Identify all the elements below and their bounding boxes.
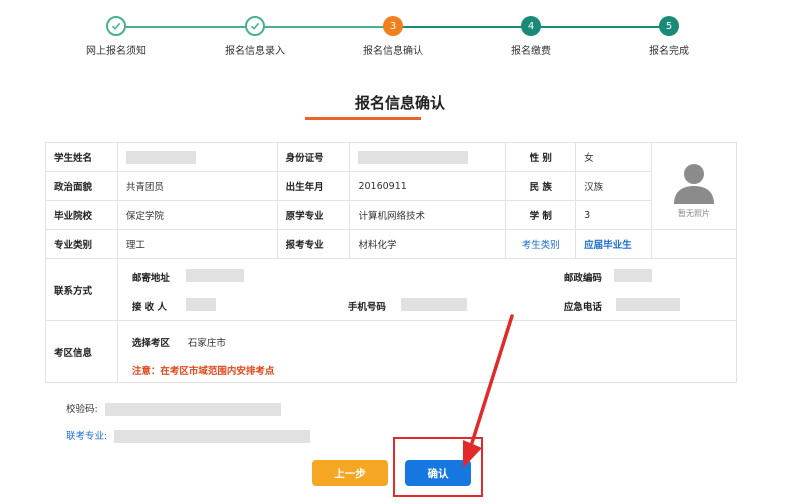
length-label: 学 制	[505, 200, 577, 230]
step-number-badge: 4	[521, 16, 541, 36]
school-label: 毕业院校	[45, 200, 118, 230]
id-value	[349, 142, 507, 172]
length-value: 3	[575, 200, 652, 230]
step-3-current: 3 报名信息确认	[333, 16, 453, 57]
step-label: 报名缴费	[511, 46, 551, 57]
address-label: 邮寄地址	[131, 272, 170, 284]
photo-cell: 暂无照片	[651, 142, 737, 230]
birth-value: 20160911	[349, 171, 507, 201]
emergency-label: 应急电话	[563, 301, 602, 313]
registration-info-table: 学生姓名 身份证号 性 别 女 暂无照片 政治面貌 共青团员 出生年月 2016…	[45, 142, 738, 383]
exam-block: 选择考区 石家庄市 注意：在考区市域范围内安排考点	[116, 320, 738, 383]
step-number-badge: 3	[383, 16, 403, 36]
major-value: 计算机网络技术	[349, 200, 507, 230]
major-label: 原学专业	[276, 200, 351, 230]
birth-label: 出生年月	[276, 171, 351, 201]
name-value	[116, 142, 278, 172]
select-area-value: 石家庄市	[187, 337, 226, 349]
step-label: 报名完成	[649, 46, 689, 57]
political-label: 政治面貌	[45, 171, 118, 201]
step-1: 网上报名须知	[56, 16, 176, 57]
joint-major-label: 联考专业:	[66, 431, 108, 442]
receiver-label: 接 收 人	[131, 301, 167, 313]
school-value: 保定学院	[116, 200, 278, 230]
gender-label: 性 别	[505, 142, 577, 172]
name-label: 学生姓名	[45, 142, 118, 172]
step-label: 报名信息确认	[363, 46, 423, 57]
check-icon	[106, 16, 126, 36]
apply-major-value: 材料化学	[349, 229, 507, 259]
step-2: 报名信息录入	[195, 16, 315, 57]
exam-note: 注意：在考区市域范围内安排考点	[131, 365, 275, 377]
joint-major-value	[114, 430, 311, 443]
political-value: 共青团员	[116, 171, 278, 201]
check-icon	[245, 16, 265, 36]
exam-label: 考区信息	[45, 320, 118, 383]
apply-major-label: 报考专业	[276, 229, 351, 259]
phone-label: 手机号码	[347, 301, 386, 313]
postal-label: 邮政编码	[563, 272, 602, 284]
step-4: 4 报名缴费	[471, 16, 591, 57]
gender-value: 女	[575, 142, 652, 172]
student-type-value: 应届毕业生	[575, 229, 652, 259]
joint-major-row: 联考专业:	[66, 428, 311, 443]
contact-label: 联系方式	[45, 258, 118, 321]
page-title: 报名信息确认	[354, 94, 445, 112]
contact-block: 邮寄地址 邮政编码 接 收 人 手机号码 应急电话	[116, 258, 738, 321]
category-value: 理工	[116, 229, 278, 259]
verify-code-label: 校验码:	[66, 404, 98, 415]
select-area-label: 选择考区	[131, 337, 170, 349]
progress-stepper: 网上报名须知 报名信息录入 3 报名信息确认 4 报名缴费 5 报名完成	[0, 0, 800, 70]
title-underline	[305, 117, 421, 120]
verify-code-row: 校验码:	[66, 401, 281, 416]
verify-code-value[interactable]	[104, 403, 281, 416]
step-5: 5 报名完成	[609, 16, 729, 57]
empty-cell	[651, 229, 737, 259]
step-label: 网上报名须知	[86, 46, 146, 57]
avatar-placeholder-icon	[674, 163, 714, 204]
student-type-label: 考生类别	[505, 229, 577, 259]
ethnic-label: 民 族	[505, 171, 577, 201]
ethnic-value: 汉族	[575, 171, 652, 201]
step-label: 报名信息录入	[225, 46, 285, 57]
photo-caption: 暂无照片	[678, 208, 710, 218]
prev-step-button[interactable]: 上一步	[312, 460, 388, 486]
id-label: 身份证号	[276, 142, 351, 172]
step-number-badge: 5	[659, 16, 679, 36]
highlight-box-annotation	[393, 437, 483, 497]
category-label: 专业类别	[45, 229, 118, 259]
